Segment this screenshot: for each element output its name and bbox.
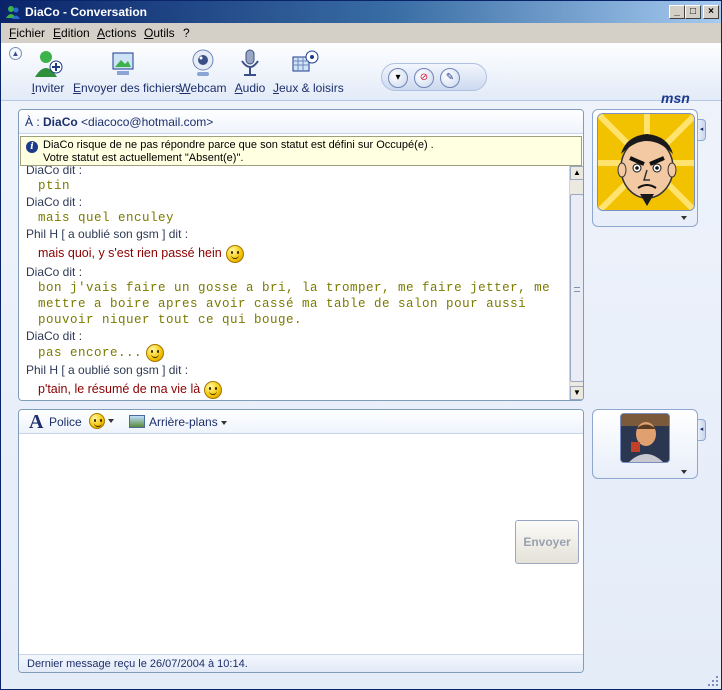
to-label: À : bbox=[25, 115, 40, 129]
send-files-label: Envoyer des fichiers bbox=[73, 81, 182, 95]
invite-user-icon bbox=[35, 51, 63, 77]
audio-label: Audio bbox=[234, 81, 266, 95]
smiley-icon bbox=[146, 344, 165, 362]
msn-logo: msn bbox=[661, 90, 690, 106]
message-sender: DiaCo dit : bbox=[26, 195, 83, 209]
message-text: pas encore... bbox=[38, 344, 562, 362]
message-sender: DiaCo dit : bbox=[26, 329, 83, 343]
smiley-icon bbox=[225, 244, 244, 263]
emoticon-button[interactable] bbox=[89, 413, 114, 429]
options-icon[interactable]: ▾ bbox=[388, 68, 408, 88]
block-icon[interactable]: ⊘ bbox=[414, 68, 434, 88]
contact-avatar[interactable] bbox=[597, 113, 695, 211]
font-button[interactable]: Police bbox=[49, 415, 82, 429]
my-avatar-box bbox=[592, 409, 698, 479]
message-input[interactable] bbox=[20, 435, 510, 650]
contact-avatar-dropdown-icon[interactable] bbox=[681, 216, 687, 220]
message-sender: Phil H [ a oublié son gsm ] dit : bbox=[26, 227, 189, 241]
scroll-thumb[interactable] bbox=[570, 194, 583, 382]
scroll-down-button[interactable]: ▼ bbox=[570, 386, 583, 400]
menu-outils[interactable]: Outils bbox=[144, 26, 175, 40]
contact-avatar-expand-icon[interactable]: ◂ bbox=[698, 119, 706, 141]
message-sender: DiaCo dit : bbox=[26, 166, 83, 177]
message-text: p'tain, le résumé de ma vie là bbox=[38, 378, 562, 400]
smiley-icon bbox=[89, 413, 105, 429]
invite-button[interactable]: Inviter bbox=[29, 47, 67, 95]
my-avatar-expand-icon[interactable]: ◂ bbox=[698, 419, 706, 441]
menu-actions[interactable]: Actions bbox=[97, 26, 136, 40]
font-icon[interactable]: A bbox=[29, 411, 43, 434]
webcam-label: Webcam bbox=[179, 81, 227, 95]
send-files-button[interactable]: Envoyer des fichiers bbox=[73, 47, 182, 95]
games-button[interactable]: Jeux & loisirs bbox=[273, 47, 344, 95]
message-text: bon j'vais faire un gosse a bri, la trom… bbox=[38, 281, 551, 327]
games-icon bbox=[292, 50, 319, 72]
message-sender: Phil H [ a oublié son gsm ] dit : bbox=[26, 363, 189, 377]
my-avatar-dropdown-icon[interactable] bbox=[681, 470, 687, 474]
message-text: ptin bbox=[38, 179, 71, 193]
history-scrollbar[interactable]: ▲ ▼ bbox=[569, 166, 583, 400]
menu-edition[interactable]: Edition bbox=[53, 26, 90, 40]
contact-email: <diacoco@hotmail.com> bbox=[81, 115, 214, 129]
minimize-button[interactable]: _ bbox=[669, 5, 685, 19]
smiley-icon bbox=[204, 380, 223, 399]
audio-button[interactable]: Audio bbox=[233, 47, 267, 95]
resize-grip-icon[interactable] bbox=[707, 675, 719, 687]
backgrounds-icon[interactable] bbox=[129, 415, 145, 428]
title-bar[interactable]: DiaCo - Conversation _ □ × bbox=[1, 1, 721, 23]
compose-panel: A Police Arrière-plans Envoyer Dernier m… bbox=[18, 409, 584, 673]
close-button[interactable]: × bbox=[703, 5, 719, 19]
backgrounds-button[interactable]: Arrière-plans bbox=[149, 415, 227, 429]
user-photo-icon bbox=[621, 414, 669, 462]
window-title: DiaCo - Conversation bbox=[25, 5, 148, 19]
info-icon: i bbox=[26, 141, 38, 153]
conversation-options-bar: ▾ ⊘ ✎ bbox=[381, 63, 487, 91]
angry-face-avatar-icon bbox=[598, 114, 694, 210]
webcam-button[interactable]: Webcam bbox=[179, 47, 227, 95]
conversation-window: DiaCo - Conversation _ □ × Fichier Editi… bbox=[0, 0, 722, 690]
toolbar: ▲ Inviter Envoyer des fichiers Webcam Au… bbox=[1, 43, 721, 106]
send-files-icon bbox=[112, 52, 134, 75]
contact-avatar-box bbox=[592, 109, 698, 227]
scroll-up-button[interactable]: ▲ bbox=[570, 166, 583, 180]
menu-help[interactable]: ? bbox=[183, 26, 190, 40]
msn-buddy-icon bbox=[6, 6, 20, 19]
message-sender: DiaCo dit : bbox=[26, 265, 83, 279]
menu-bar: Fichier Edition Actions Outils ? bbox=[1, 23, 721, 43]
send-button[interactable]: Envoyer bbox=[515, 520, 579, 564]
microphone-icon bbox=[241, 49, 259, 76]
maximize-button[interactable]: □ bbox=[685, 5, 701, 19]
message-text: mais quoi, y s'est rien passé hein bbox=[38, 242, 562, 264]
status-info-bar: i DiaCo risque de ne pas répondre parce … bbox=[20, 136, 582, 166]
my-avatar[interactable] bbox=[620, 413, 670, 463]
to-field: À : DiaCo <diacoco@hotmail.com> bbox=[19, 110, 583, 134]
info-line-1: DiaCo risque de ne pas répondre parce qu… bbox=[43, 139, 434, 151]
contact-name: DiaCo bbox=[43, 115, 78, 129]
format-toolbar: A Police Arrière-plans bbox=[19, 410, 583, 434]
info-line-2: Votre statut est actuellement "Absent(e)… bbox=[43, 152, 244, 164]
collapse-toolbar-button[interactable]: ▲ bbox=[9, 47, 22, 60]
conversation-panel: À : DiaCo <diacoco@hotmail.com> i DiaCo … bbox=[18, 109, 584, 401]
games-label: Jeux & loisirs bbox=[273, 81, 344, 95]
webcam-icon bbox=[192, 49, 214, 76]
status-bar: Dernier message reçu le 26/07/2004 à 10:… bbox=[19, 654, 583, 672]
invite-label: Inviter bbox=[31, 81, 65, 95]
message-history[interactable]: DiaCo dit : ptin DiaCo dit : mais quel encu… bbox=[20, 166, 568, 400]
message-text: mais quel enculey bbox=[38, 211, 175, 225]
brush-icon[interactable]: ✎ bbox=[440, 68, 460, 88]
menu-fichier[interactable]: Fichier bbox=[9, 26, 45, 40]
